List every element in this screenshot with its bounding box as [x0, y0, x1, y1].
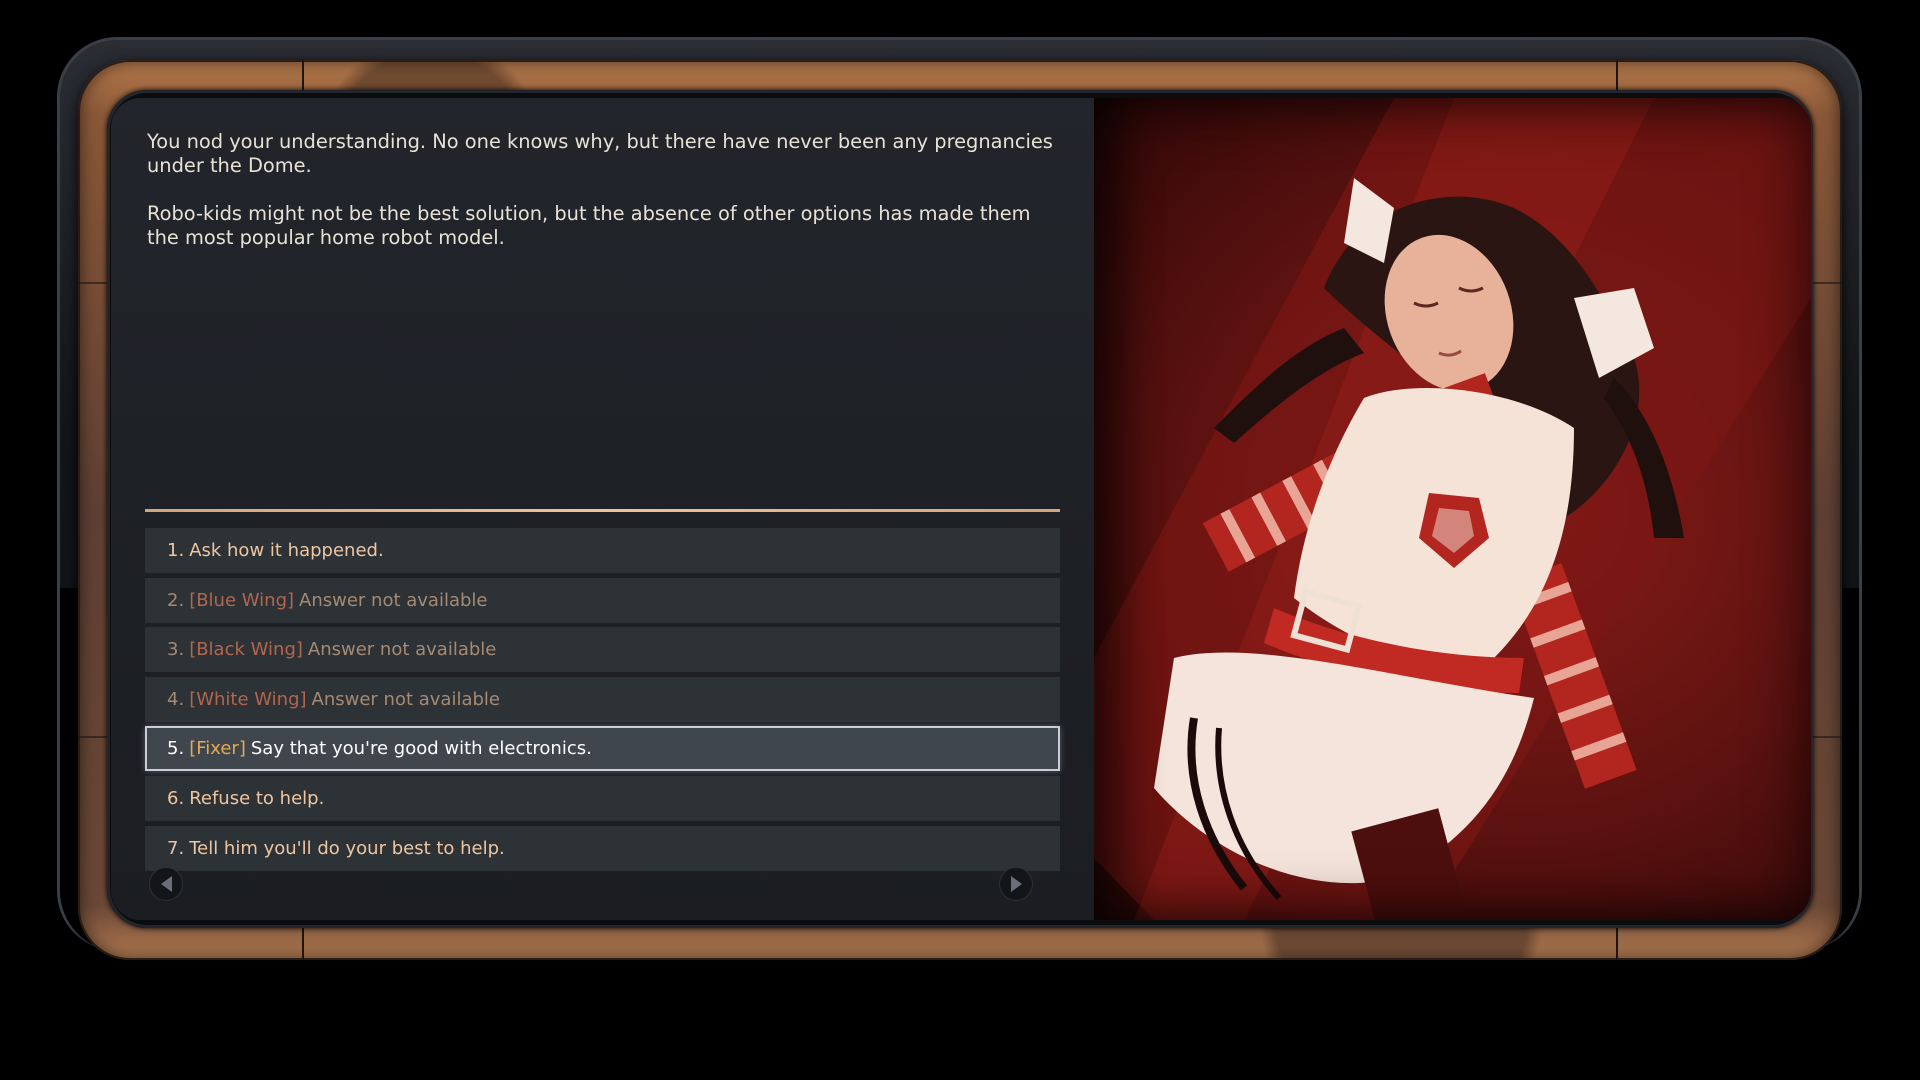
- choice-tag: [Fixer]: [189, 738, 246, 760]
- choice-number: 6.: [167, 787, 185, 809]
- choice-tag: [Black Wing]: [189, 639, 303, 661]
- choice-6[interactable]: 6. Refuse to help.: [145, 775, 1060, 821]
- choice-text: Answer not available: [311, 688, 500, 710]
- choice-5[interactable]: 5. [Fixer] Say that you're good with ele…: [145, 726, 1060, 772]
- scroll-right-button[interactable]: [999, 867, 1033, 901]
- choice-number: 3.: [167, 639, 185, 661]
- choice-7[interactable]: 7. Tell him you'll do your best to help.: [145, 825, 1060, 871]
- triangle-right-icon: [1010, 876, 1022, 892]
- choice-tag: [White Wing]: [189, 688, 307, 710]
- choice-number: 4.: [167, 688, 185, 710]
- dialogue-screen: You nod your understanding. No one knows…: [111, 98, 1811, 920]
- robo-kid-illustration: [1094, 98, 1811, 920]
- scroll-left-button[interactable]: [149, 867, 183, 901]
- choice-text: Answer not available: [299, 589, 488, 611]
- choice-text: Answer not available: [307, 639, 497, 661]
- choice-text: Say that you're good with electronics.: [250, 738, 592, 760]
- choice-2[interactable]: 2. [Blue Wing] Answer not available: [145, 577, 1060, 623]
- choice-number: 7.: [167, 837, 185, 859]
- triangle-left-icon: [160, 876, 172, 892]
- choice-1[interactable]: 1. Ask how it happened.: [145, 528, 1060, 573]
- choice-4[interactable]: 4. [White Wing] Answer not available: [145, 676, 1060, 722]
- choice-text: Tell him you'll do your best to help.: [189, 837, 505, 859]
- choice-list: 1. Ask how it happened. 2. [Blue Wing] A…: [145, 528, 1060, 875]
- choice-text: Ask how it happened.: [189, 540, 384, 561]
- dialogue-panel: You nod your understanding. No one knows…: [111, 98, 1094, 920]
- choice-text: Refuse to help.: [189, 787, 325, 809]
- choice-3[interactable]: 3. [Black Wing] Answer not available: [145, 627, 1060, 673]
- dialogue-paragraph: Robo-kids might not be the best solution…: [147, 202, 1031, 250]
- choice-tag: [Blue Wing]: [189, 589, 295, 611]
- choice-number: 2.: [167, 589, 185, 611]
- dialogue-paragraph: You nod your understanding. No one knows…: [147, 130, 1053, 178]
- choices-divider: [145, 509, 1060, 512]
- choice-number: 1.: [167, 540, 185, 561]
- choice-number: 5.: [167, 738, 185, 760]
